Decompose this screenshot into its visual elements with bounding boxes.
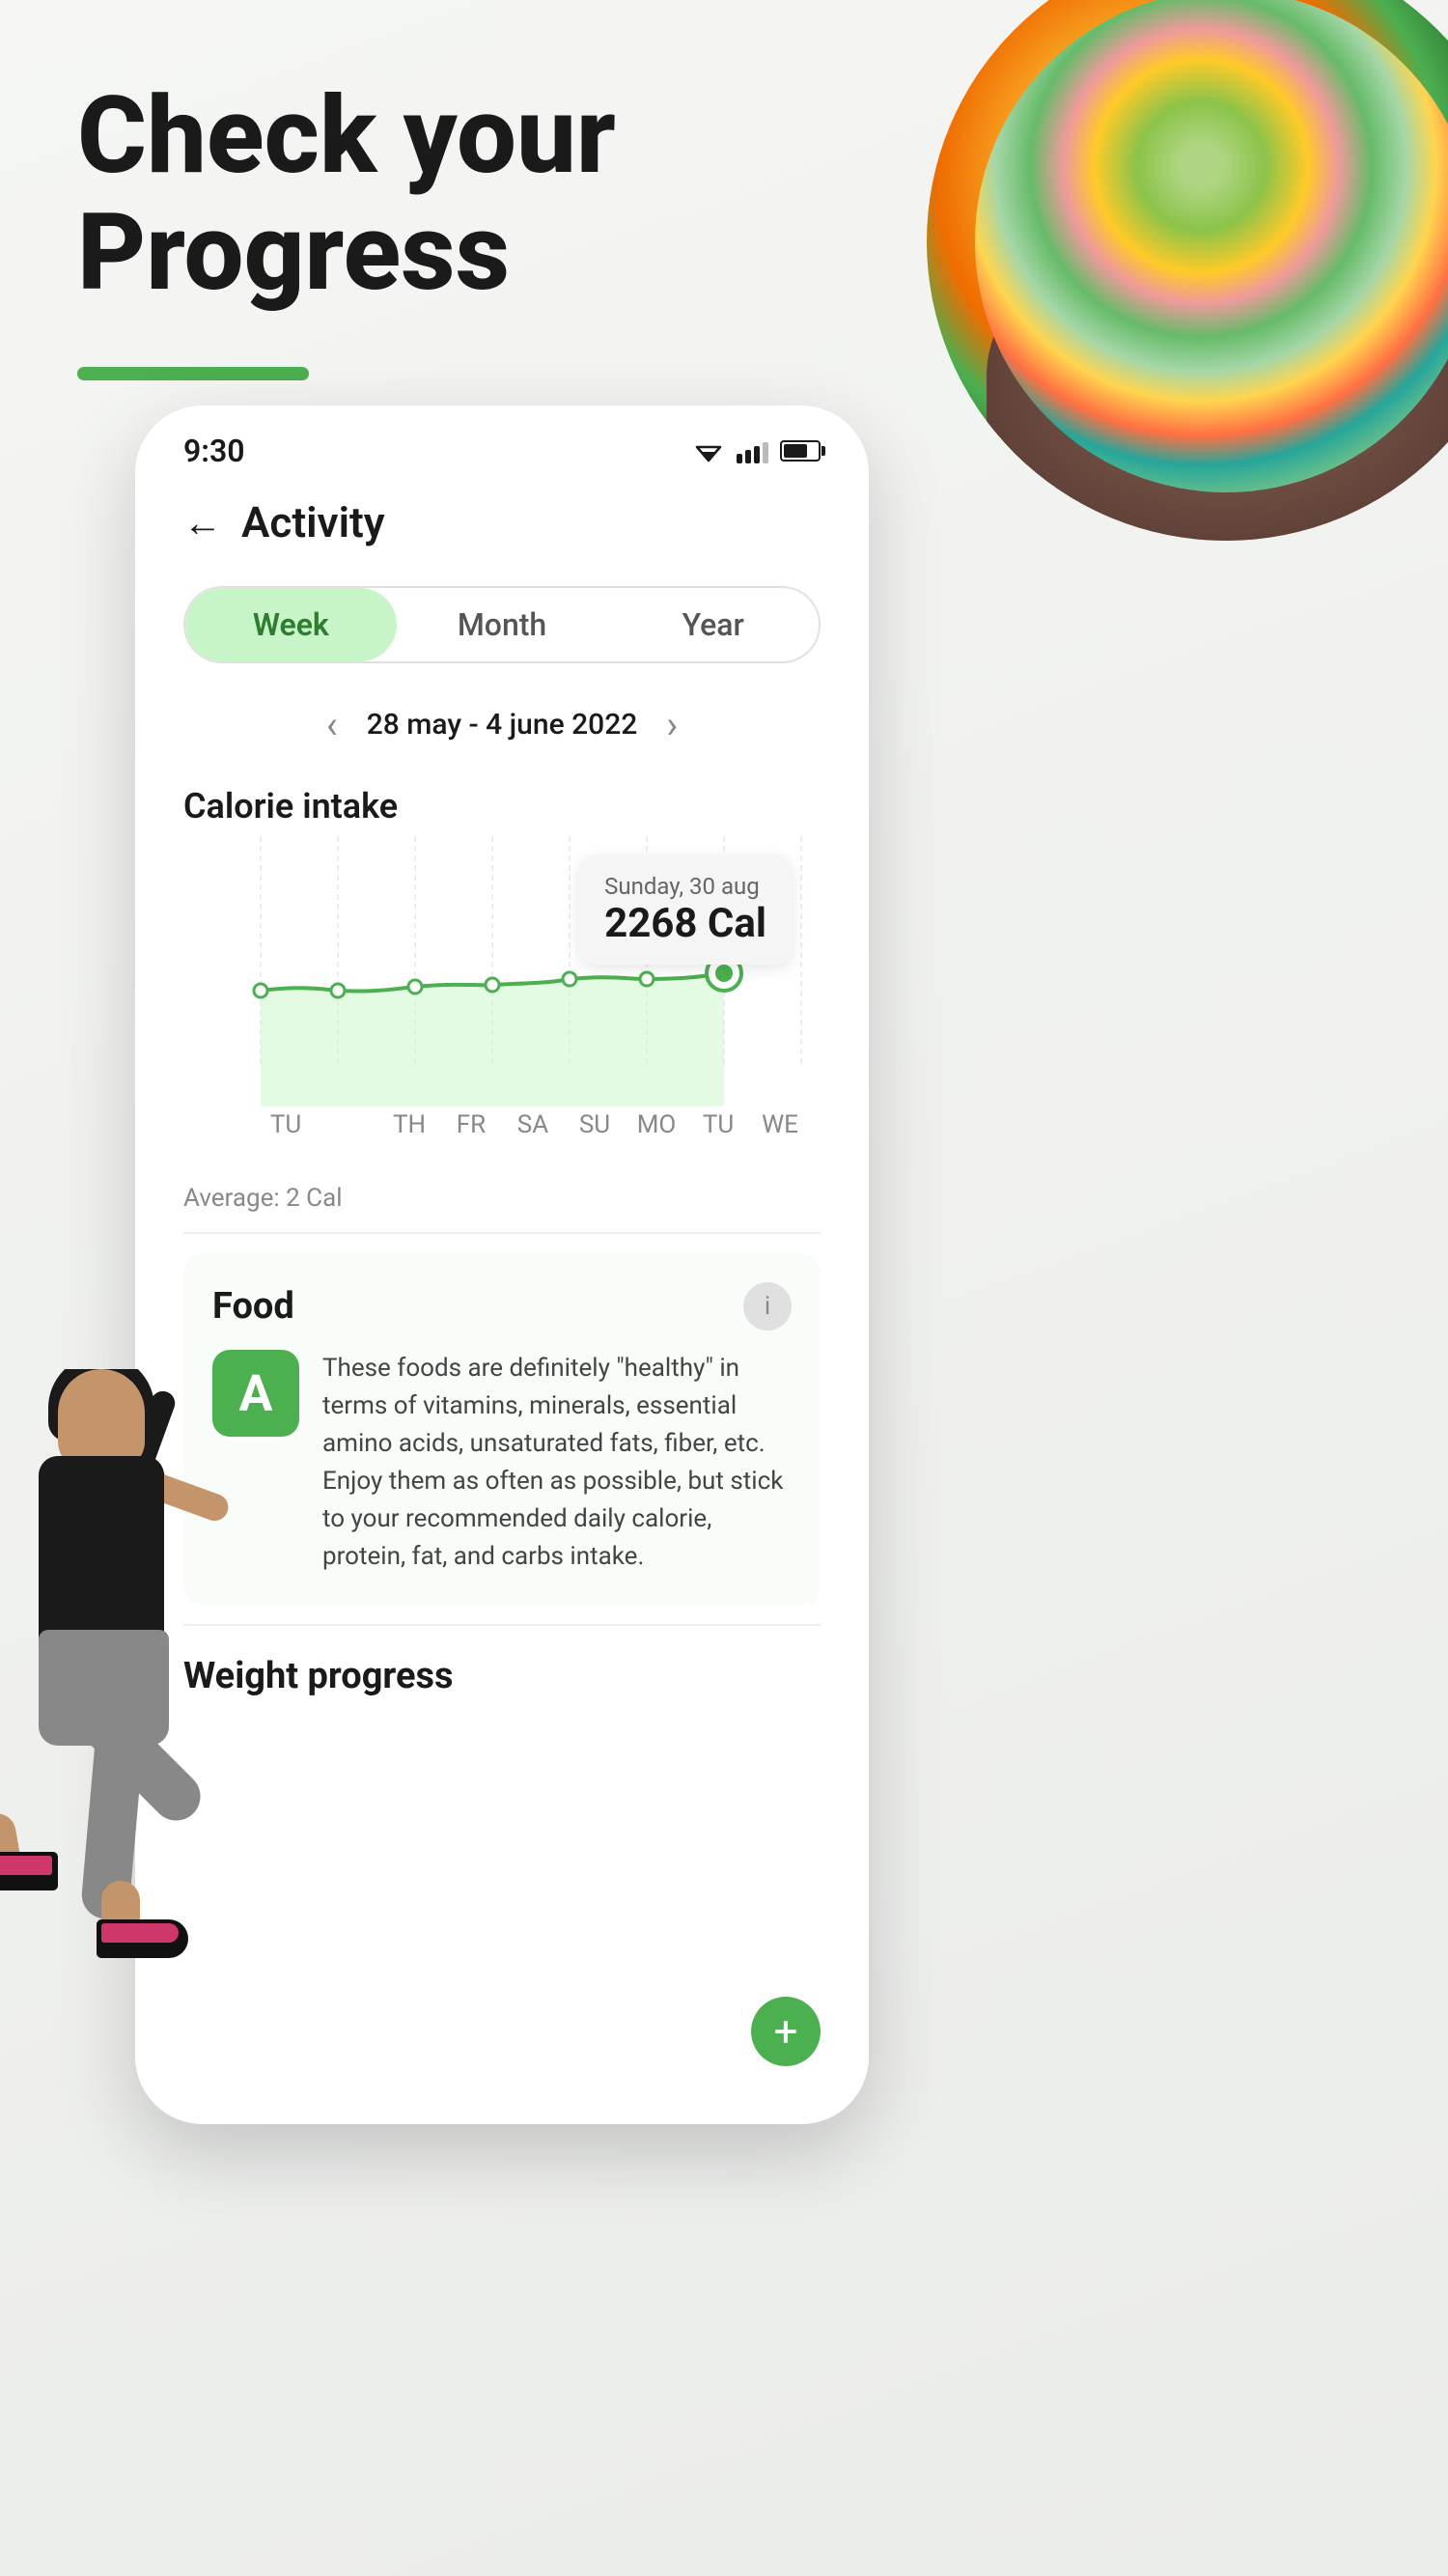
tab-month[interactable]: Month [397, 588, 608, 661]
battery-icon [780, 440, 821, 462]
status-bar: 9:30 [135, 406, 869, 478]
screen-title: Activity [241, 497, 385, 547]
nav-bar: ← Activity [135, 478, 869, 567]
x-label-1: TU [255, 1110, 317, 1139]
tooltip-date: Sunday, 30 aug [604, 873, 766, 900]
x-label-4: FR [440, 1110, 502, 1139]
back-button[interactable]: ← [183, 500, 222, 546]
chart-section: Calorie intake Sunday, 30 aug 2268 Cal [135, 767, 869, 1174]
hero-title: Check your Progress [77, 77, 616, 311]
tab-week[interactable]: Week [185, 588, 397, 661]
food-section-title: Food [212, 1285, 294, 1328]
date-range-label: 28 may - 4 june 2022 [367, 708, 638, 742]
chart-tooltip: Sunday, 30 aug 2268 Cal [579, 855, 792, 965]
add-button[interactable]: + [751, 1997, 821, 2066]
x-label-5: SA [502, 1110, 564, 1139]
x-label-8: TU [687, 1110, 749, 1139]
status-icons [692, 438, 821, 463]
divider-1 [183, 1232, 821, 1234]
plus-icon: + [774, 2010, 798, 2053]
x-axis: TU TH FR SA SU MO TU WE [183, 1110, 821, 1139]
wifi-icon [692, 439, 725, 462]
prev-date-button[interactable]: ‹ [326, 702, 338, 747]
date-navigation: ‹ 28 may - 4 june 2022 › [135, 683, 869, 767]
tab-year[interactable]: Year [607, 588, 819, 661]
tab-selector: Week Month Year [183, 586, 821, 663]
x-label-6: SU [564, 1110, 626, 1139]
x-label-3: TH [378, 1110, 440, 1139]
food-description: These foods are definitely "healthy" in … [322, 1350, 792, 1576]
x-label-9: WE [749, 1110, 811, 1139]
status-time: 9:30 [183, 433, 245, 469]
x-label-0 [193, 1110, 255, 1139]
salad-decoration [927, 0, 1448, 541]
next-date-button[interactable]: › [666, 702, 678, 747]
chart-title: Calorie intake [183, 786, 821, 826]
hero-underline [77, 367, 309, 380]
average-label: Average: 2 Cal [135, 1174, 869, 1222]
chart-container: Sunday, 30 aug 2268 Cal [183, 836, 821, 1164]
tooltip-value: 2268 Cal [604, 900, 766, 947]
x-label-2 [317, 1110, 378, 1139]
x-label-7: MO [626, 1110, 687, 1139]
fitness-woman-image [0, 1369, 386, 2383]
signal-icon [737, 438, 768, 463]
food-info-button[interactable]: i [743, 1282, 792, 1330]
